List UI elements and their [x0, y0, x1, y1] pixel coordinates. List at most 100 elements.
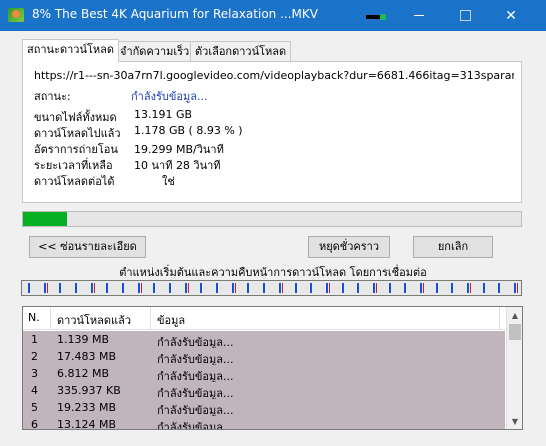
table-row[interactable]: 3 6.812 MB กำลังรับข้อมูล... [23, 365, 505, 383]
segment-marker [263, 283, 266, 293]
segment-progress-marker [375, 283, 377, 293]
status-label: สถานะ: [34, 90, 71, 103]
table-row[interactable]: 5 19.233 MB กำลังรับข้อมูล... [23, 399, 505, 417]
segment-marker [43, 283, 46, 293]
segment-marker [153, 283, 156, 293]
segment-marker [294, 283, 297, 293]
segment-marker [90, 283, 93, 293]
row-number: 3 [31, 367, 38, 380]
row-downloaded: 17.483 MB [57, 350, 117, 363]
segment-marker [278, 283, 281, 293]
download-progress-bar [22, 211, 522, 227]
info-row-downloaded: ดาวน์โหลดไปแล้ว 1.178 GB ( 8.93 % ) [34, 124, 494, 140]
progress-fill [23, 212, 68, 226]
hide-details-button[interactable]: << ซ่อนรายละเอียด [29, 236, 146, 258]
downloaded-value: 1.178 GB ( 8.93 % ) [134, 124, 243, 137]
segment-marker [466, 283, 469, 293]
maximize-icon [459, 10, 471, 21]
table-row[interactable]: 4 335.937 KB กำลังรับข้อมูล... [23, 382, 505, 400]
tab-download-status[interactable]: สถานะดาวน์โหลด [22, 39, 120, 62]
overlay-icon [366, 14, 386, 20]
segment-marker [200, 283, 203, 293]
maximize-button[interactable] [442, 0, 488, 31]
row-info: กำลังรับข้อมูล... [157, 421, 234, 430]
column-divider[interactable] [150, 307, 151, 329]
segment-marker [388, 283, 391, 293]
close-icon: ✕ [505, 7, 517, 24]
column-divider[interactable] [50, 307, 51, 329]
column-header-n[interactable]: N. [28, 311, 40, 324]
segment-progress-marker [93, 283, 95, 293]
close-button[interactable]: ✕ [488, 0, 534, 31]
cancel-button[interactable]: ยกเลิก [413, 236, 493, 258]
tab-speed-limit[interactable]: จำกัดความเร็ว [115, 41, 195, 61]
row-number: 5 [31, 401, 38, 414]
segment-marker [122, 283, 125, 293]
table-row[interactable]: 6 13.124 MB กำลังรับข้อมูล... [23, 416, 505, 430]
segment-marker [357, 283, 360, 293]
row-downloaded: 13.124 MB [57, 418, 117, 430]
resume-label: ดาวน์โหลดต่อได้ [34, 175, 115, 188]
row-downloaded: 335.937 KB [57, 384, 121, 397]
segment-marker [59, 283, 62, 293]
segment-progress-marker [517, 283, 518, 293]
segment-marker [310, 283, 313, 293]
row-number: 2 [31, 350, 38, 363]
segment-marker [325, 283, 328, 293]
status-value: กำลังรับข้อมูล... [131, 90, 208, 103]
segment-marker [216, 283, 219, 293]
column-header-info[interactable]: ข้อมูล [157, 311, 185, 329]
info-row-resume: ดาวน์โหลดต่อได้ ใช่ [34, 172, 494, 188]
title-bar[interactable]: 8% The Best 4K Aquarium for Relaxation .… [0, 0, 546, 31]
tab-download-options[interactable]: ตัวเลือกดาวน์โหลด [190, 41, 292, 61]
minimize-icon [414, 15, 424, 16]
row-number: 4 [31, 384, 38, 397]
segment-progress-marker [469, 283, 471, 293]
download-url: https://r1---sn-30a7rn7l.googlevideo.com… [34, 69, 514, 82]
file-size-value: 13.191 GB [134, 108, 193, 121]
row-downloaded: 1.139 MB [57, 333, 110, 346]
segment-progress-marker [422, 283, 424, 293]
vertical-scrollbar[interactable]: ▲ ▼ [506, 307, 522, 429]
segment-marker [404, 283, 407, 293]
table-row[interactable]: 2 17.483 MB กำลังรับข้อมูล... [23, 348, 505, 366]
segment-marker [419, 283, 422, 293]
scroll-down-arrow-icon[interactable]: ▼ [507, 413, 522, 429]
app-icon [8, 8, 24, 22]
segment-marker [75, 283, 78, 293]
info-row-file-size: ขนาดไฟล์ทั้งหมด 13.191 GB [34, 108, 494, 124]
column-header-downloaded[interactable]: ดาวน์โหลดแล้ว [57, 311, 131, 329]
segment-marker [498, 283, 501, 293]
resume-value: ใช่ [162, 175, 175, 188]
segment-marker [247, 283, 250, 293]
row-downloaded: 6.812 MB [57, 367, 110, 380]
info-row-transfer-rate: อัตราการถ่ายโอน 19.299 MB/วินาที [34, 140, 494, 156]
segment-marker [28, 283, 30, 293]
segment-progress-marker [281, 283, 283, 293]
connections-list[interactable]: N. ดาวน์โหลดแล้ว ข้อมูล 1 1.139 MB กำลัง… [22, 306, 523, 430]
row-number: 6 [31, 418, 38, 430]
segments-label: ตำแหน่งเริ่มต้นและความคืบหน้าการดาวน์โหล… [119, 266, 427, 279]
segment-progress-marker [187, 283, 189, 293]
window-title: 8% The Best 4K Aquarium for Relaxation .… [32, 7, 318, 21]
segment-progress-marker [328, 283, 330, 293]
scroll-thumb[interactable] [509, 324, 521, 340]
status-panel: https://r1---sn-30a7rn7l.googlevideo.com… [22, 61, 522, 203]
segment-marker [169, 283, 172, 293]
list-header: N. ดาวน์โหลดแล้ว ข้อมูล [23, 307, 505, 330]
segment-marker [341, 283, 344, 293]
pause-button[interactable]: หยุดชั่วคราว [308, 236, 390, 258]
table-row[interactable]: 1 1.139 MB กำลังรับข้อมูล... [23, 331, 505, 349]
segment-marker [435, 283, 438, 293]
segment-marker [451, 283, 454, 293]
segments-bar [21, 280, 522, 296]
segment-marker [372, 283, 375, 293]
column-divider[interactable] [499, 307, 500, 329]
segment-marker [231, 283, 234, 293]
segment-progress-marker [140, 283, 142, 293]
info-row-time-left: ระยะเวลาที่เหลือ 10 นาที 28 วินาที [34, 156, 494, 172]
scroll-up-arrow-icon[interactable]: ▲ [507, 307, 522, 323]
segment-marker [514, 283, 516, 293]
segment-progress-marker [46, 283, 48, 293]
minimize-button[interactable] [396, 0, 442, 31]
